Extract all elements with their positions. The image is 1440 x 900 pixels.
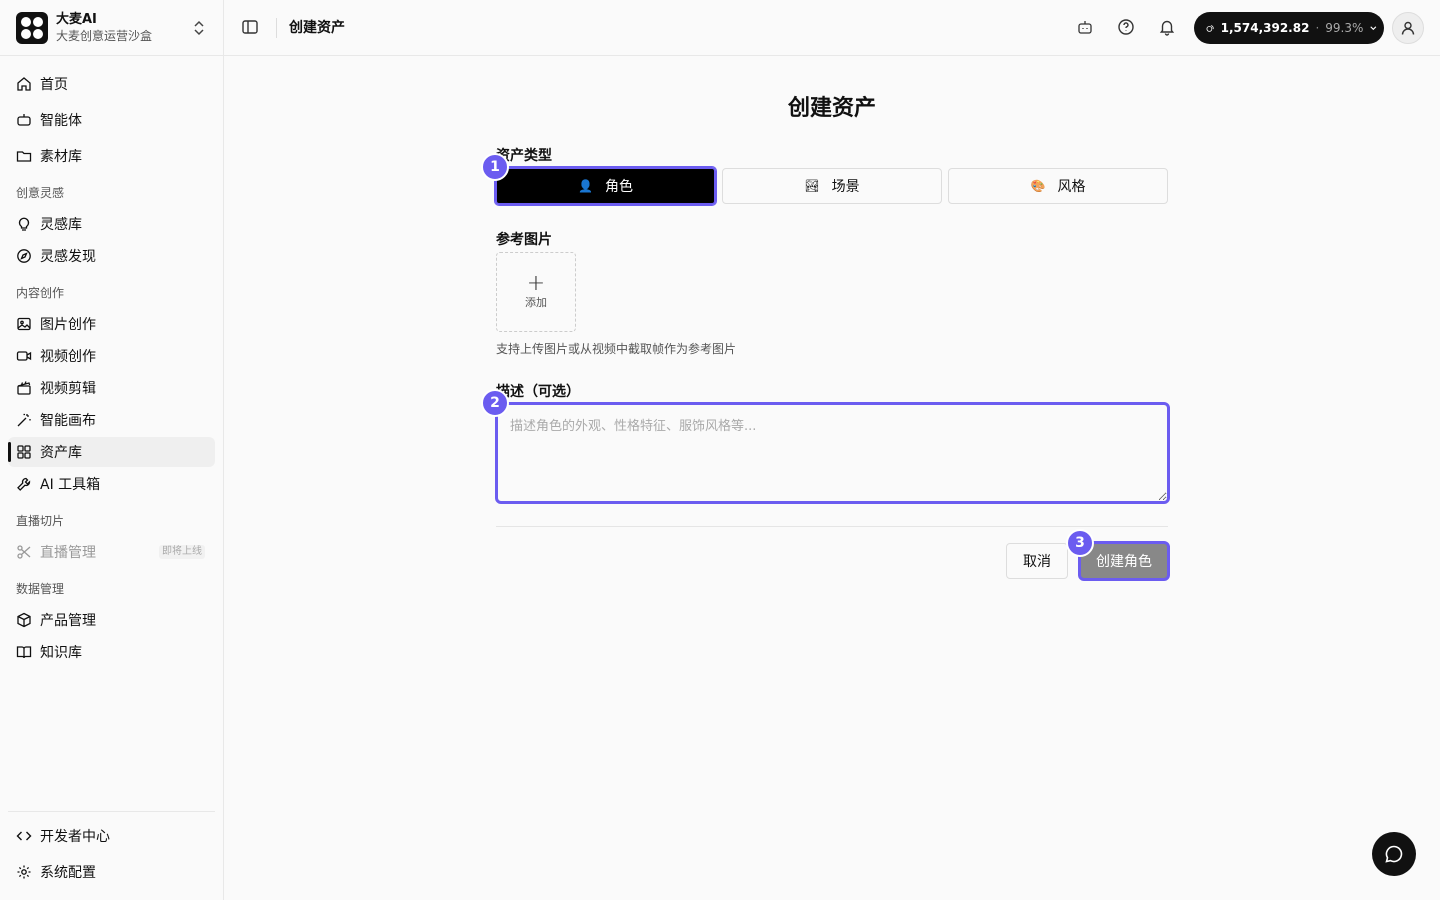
credits-dropdown[interactable]: 1,574,392.82 · 99.3%	[1194, 12, 1384, 44]
sidebar-section-title: 创意灵感	[16, 186, 65, 200]
sidebar-item-label: 智能画布	[40, 413, 96, 429]
breadcrumb-title: 创建资产	[289, 20, 345, 36]
sidebar: 大麦AI 大麦创意运营沙盒 首页 智能体 素材库 创意灵感 灵感库 灵感发现 内…	[0, 0, 224, 900]
sidebar-item-label: 知识库	[40, 645, 82, 661]
sidebar-item-smart-canvas[interactable]: 智能画布	[8, 405, 215, 435]
video-icon	[16, 351, 32, 361]
book-icon	[16, 646, 32, 659]
description-textarea[interactable]	[495, 402, 1170, 504]
asset-type-label-text: 场景	[831, 179, 860, 195]
asset-type-label-text: 角色	[604, 179, 633, 195]
sidebar-section-title: 直播切片	[16, 514, 65, 528]
divider	[276, 18, 277, 38]
sidebar-item-knowledge-base[interactable]: 知识库	[8, 637, 215, 667]
bell-icon[interactable]	[1158, 18, 1176, 36]
sidebar-item-video-creation[interactable]: 视频创作	[8, 341, 215, 371]
reference-image-label: 参考图片	[496, 232, 552, 248]
chat-button[interactable]	[1372, 832, 1416, 876]
credits-percent: 99.3%	[1325, 21, 1364, 35]
sidebar-item-label: 素材库	[40, 149, 82, 165]
asset-type-scene-button[interactable]: 🏞 场景	[722, 168, 942, 204]
sidebar-item-label: 产品管理	[40, 613, 96, 629]
sidebar-toggle-icon[interactable]	[241, 18, 259, 36]
divider	[496, 526, 1168, 527]
sidebar-item-label: 灵感发现	[40, 249, 96, 265]
sidebar-item-label: 开发者中心	[40, 829, 110, 845]
lightbulb-icon	[18, 217, 30, 231]
palette-icon: 🎨	[1030, 179, 1046, 193]
compass-icon	[17, 249, 31, 263]
settings-icon	[17, 865, 31, 879]
asset-type-label-text: 风格	[1057, 179, 1086, 195]
sidebar-item-label: AI 工具箱	[40, 477, 101, 493]
user-avatar[interactable]	[1392, 12, 1424, 44]
sidebar-item-materials[interactable]: 素材库	[8, 141, 215, 171]
chat-bubble-icon	[1385, 845, 1403, 863]
brand-logo	[16, 12, 48, 44]
chevron-down-icon	[1370, 26, 1377, 31]
sidebar-item-asset-library[interactable]: 资产库	[8, 437, 215, 467]
sidebar-item-label: 视频剪辑	[40, 381, 96, 397]
step-badge-3: 3	[1066, 529, 1094, 557]
divider	[0, 55, 223, 56]
divider	[8, 811, 215, 812]
magic-wand-icon	[17, 413, 31, 427]
folder-icon	[16, 151, 32, 162]
plus-icon: +	[526, 271, 546, 296]
sidebar-item-ai-toolbox[interactable]: AI 工具箱	[8, 469, 215, 499]
sidebar-item-product-management[interactable]: 产品管理	[8, 605, 215, 635]
cancel-button[interactable]: 取消	[1006, 543, 1068, 579]
asset-type-character-button[interactable]: 👤 角色	[494, 166, 717, 206]
sidebar-item-label: 直播管理	[40, 545, 96, 561]
sidebar-item-label: 图片创作	[40, 317, 96, 333]
asset-type-style-button[interactable]: 🎨 风格	[948, 168, 1168, 204]
credits-value: 1,574,392.82	[1220, 21, 1310, 35]
scissors-icon	[17, 545, 31, 559]
top-header: 创建资产 1,574,392.82 · 99.3%	[224, 0, 1440, 56]
sidebar-item-system-settings[interactable]: 系统配置	[8, 857, 215, 887]
sidebar-item-label: 视频创作	[40, 349, 96, 365]
user-icon: 👤	[578, 179, 593, 193]
help-icon[interactable]	[1117, 18, 1135, 36]
user-icon	[1401, 21, 1415, 35]
sidebar-section-title: 内容创作	[16, 286, 65, 300]
upload-label: 添加	[525, 296, 547, 309]
chevrons-up-down-icon	[194, 20, 204, 36]
sidebar-item-developer-center[interactable]: 开发者中心	[8, 821, 215, 851]
sidebar-item-label: 系统配置	[40, 865, 96, 881]
bot-icon[interactable]	[1076, 18, 1094, 36]
step-badge-1: 1	[481, 153, 509, 181]
coming-soon-badge: 即将上线	[159, 545, 205, 559]
sidebar-item-image-creation[interactable]: 图片创作	[8, 309, 215, 339]
image-icon	[17, 317, 31, 331]
grid-icon	[17, 445, 31, 459]
brand-subtitle: 大麦创意运营沙盒	[56, 29, 153, 43]
package-icon	[17, 612, 31, 628]
sidebar-section-title: 数据管理	[16, 582, 65, 596]
upload-help-text: 支持上传图片或从视频中截取帧作为参考图片	[496, 342, 737, 356]
add-reference-image-button[interactable]: + 添加	[496, 252, 576, 332]
page-title: 创建资产	[787, 96, 876, 121]
step-badge-2: 2	[481, 389, 509, 417]
brand-name: 大麦AI	[56, 12, 97, 27]
sidebar-item-label: 灵感库	[40, 217, 82, 233]
sidebar-item-label: 资产库	[40, 445, 82, 461]
sidebar-item-video-editing[interactable]: 视频剪辑	[8, 373, 215, 403]
workspace-switcher[interactable]: 大麦AI 大麦创意运营沙盒	[16, 11, 212, 45]
code-icon	[16, 831, 32, 841]
wrench-icon	[17, 477, 31, 491]
credits-separator: ·	[1315, 21, 1320, 35]
coins-icon	[1206, 25, 1214, 32]
landscape-icon: 🏞	[804, 179, 820, 193]
sidebar-item-inspiration-library[interactable]: 灵感库	[8, 209, 215, 239]
clapperboard-icon	[17, 381, 31, 395]
sidebar-item-live-management: 直播管理 即将上线	[8, 537, 215, 567]
sidebar-item-inspiration-discover[interactable]: 灵感发现	[8, 241, 215, 271]
